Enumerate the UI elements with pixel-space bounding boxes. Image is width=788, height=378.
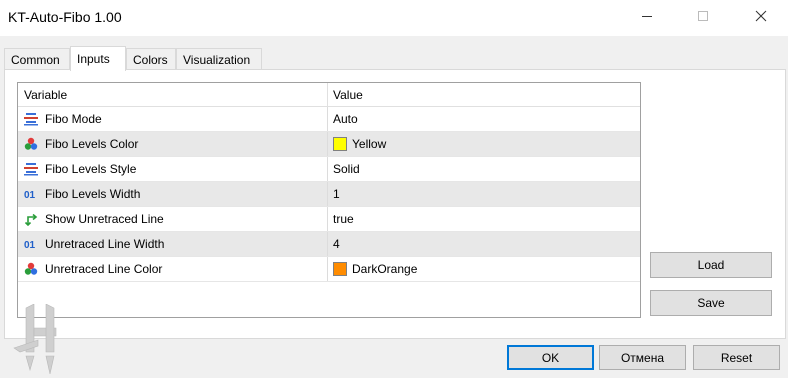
tab-label: Colors: [133, 53, 168, 67]
reset-button[interactable]: Reset: [693, 345, 780, 370]
tab-label: Inputs: [77, 52, 110, 66]
grid-header: Variable Value: [18, 83, 640, 107]
value-cell[interactable]: DarkOrange: [328, 257, 640, 281]
table-row[interactable]: 01 Fibo Levels Width 1: [18, 182, 640, 207]
integer-icon: 01: [24, 190, 36, 201]
minimize-button[interactable]: [624, 0, 670, 32]
variable-cell: Fibo Mode: [18, 107, 328, 131]
value-text: 1: [333, 187, 340, 201]
variable-label: Fibo Mode: [45, 112, 102, 126]
minimize-icon: [642, 16, 652, 17]
brand-logo-watermark: [13, 304, 57, 374]
maximize-button[interactable]: [680, 0, 726, 32]
variable-label: Fibo Levels Style: [45, 162, 137, 176]
tab-label: Common: [11, 53, 60, 67]
table-row[interactable]: 01 Unretraced Line Width 4: [18, 232, 640, 257]
table-row[interactable]: Fibo Levels Style Solid: [18, 157, 640, 182]
variable-label: Unretraced Line Color: [45, 262, 163, 276]
tab-label: Visualization: [183, 53, 251, 67]
tab-inputs[interactable]: Inputs: [70, 46, 126, 71]
svg-text:01: 01: [24, 240, 36, 251]
value-cell[interactable]: Yellow: [328, 132, 640, 156]
variable-label: Fibo Levels Width: [45, 187, 141, 201]
table-row[interactable]: Fibo Mode Auto: [18, 107, 640, 132]
value-cell[interactable]: Auto: [328, 107, 640, 131]
title-bar: KT-Auto-Fibo 1.00: [0, 0, 788, 36]
inputs-panel: Variable Value Fibo Mode Auto Fibo Level…: [4, 69, 786, 339]
value-text: 4: [333, 237, 340, 251]
column-header-value[interactable]: Value: [328, 83, 640, 107]
inputs-grid: Variable Value Fibo Mode Auto Fibo Level…: [17, 82, 641, 318]
tab-visualization[interactable]: Visualization: [176, 48, 262, 70]
enum-icon: [24, 163, 38, 176]
close-icon: [755, 10, 767, 22]
value-text: Yellow: [352, 137, 387, 151]
variable-cell: Unretraced Line Color: [18, 257, 328, 281]
variable-label: Unretraced Line Width: [45, 237, 165, 251]
integer-icon: 01: [24, 240, 36, 251]
cancel-button[interactable]: Отмена: [599, 345, 686, 370]
variable-cell: 01 Fibo Levels Width: [18, 182, 328, 206]
column-header-variable[interactable]: Variable: [18, 83, 328, 107]
enum-icon: [24, 113, 38, 126]
save-button[interactable]: Save: [650, 290, 772, 316]
color-swatch: [333, 262, 347, 276]
table-row[interactable]: Show Unretraced Line true: [18, 207, 640, 232]
ok-button[interactable]: OK: [507, 345, 594, 370]
load-button[interactable]: Load: [650, 252, 772, 278]
table-row[interactable]: Fibo Levels Color Yellow: [18, 132, 640, 157]
svg-text:01: 01: [24, 190, 36, 201]
value-cell[interactable]: 4: [328, 232, 640, 256]
window-title: KT-Auto-Fibo 1.00: [8, 9, 122, 25]
variable-cell: 01 Unretraced Line Width: [18, 232, 328, 256]
color-icon: [24, 137, 38, 150]
value-text: Solid: [333, 162, 360, 176]
value-cell[interactable]: 1: [328, 182, 640, 206]
variable-cell: Fibo Levels Style: [18, 157, 328, 181]
table-row[interactable]: Unretraced Line Color DarkOrange: [18, 257, 640, 282]
color-icon: [24, 262, 38, 275]
tab-colors[interactable]: Colors: [126, 48, 176, 70]
variable-label: Show Unretraced Line: [45, 212, 164, 226]
value-cell[interactable]: Solid: [328, 157, 640, 181]
dialog-body: Common Inputs Colors Visualization Varia…: [0, 36, 788, 378]
bool-icon: [24, 213, 38, 226]
value-text: DarkOrange: [352, 262, 418, 276]
variable-cell: Fibo Levels Color: [18, 132, 328, 156]
value-text: Auto: [333, 112, 358, 126]
value-text: true: [333, 212, 354, 226]
tab-common[interactable]: Common: [4, 48, 70, 70]
value-cell[interactable]: true: [328, 207, 640, 231]
close-button[interactable]: [738, 0, 784, 32]
variable-cell: Show Unretraced Line: [18, 207, 328, 231]
color-swatch: [333, 137, 347, 151]
variable-label: Fibo Levels Color: [45, 137, 139, 151]
maximize-icon: [698, 11, 708, 21]
